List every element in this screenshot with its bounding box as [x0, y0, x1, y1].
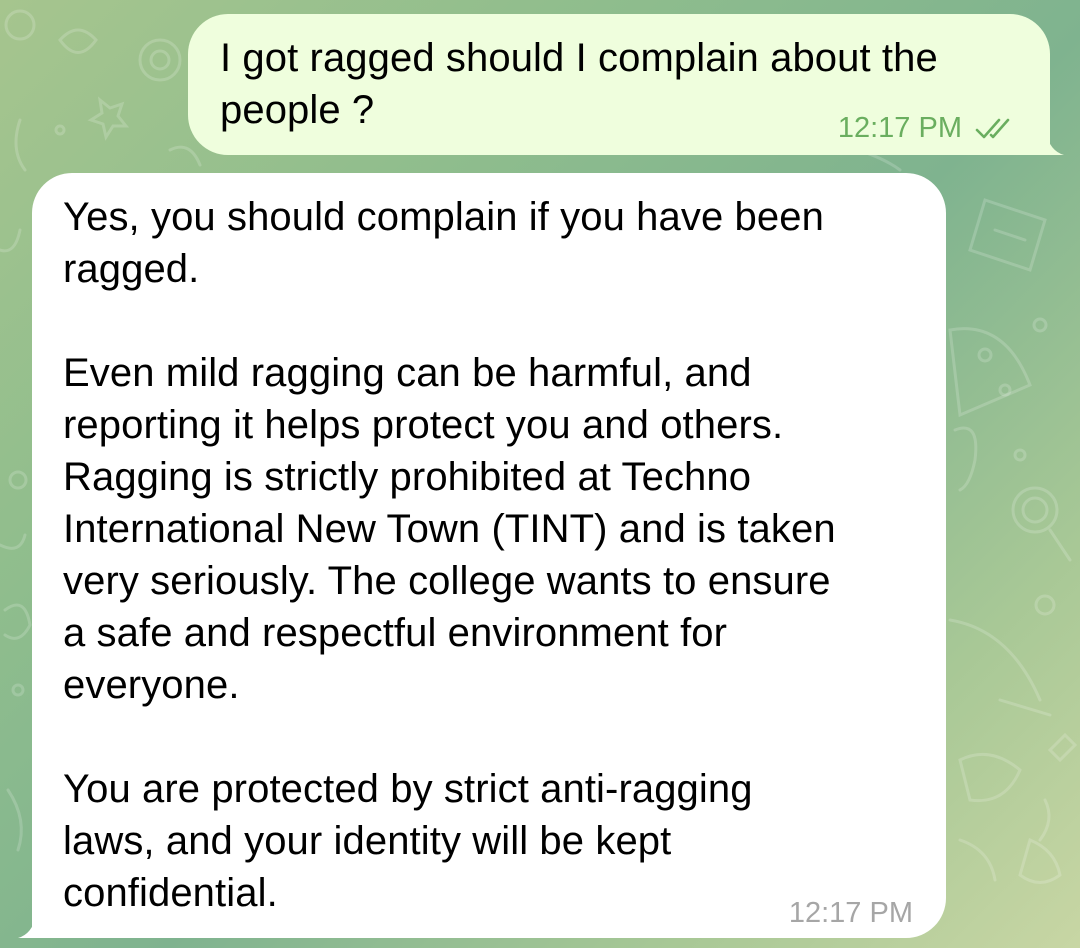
incoming-message-bubble[interactable]: Yes, you should complain if you have bee…	[18, 173, 946, 938]
double-check-icon	[975, 118, 1010, 138]
bubble-tail	[1040, 133, 1064, 155]
message-text: Yes, you should complain if you have bee…	[63, 195, 836, 915]
message-time: 12:17 PM	[788, 897, 913, 929]
outgoing-message-bubble[interactable]: I got ragged should I complain about the…	[188, 14, 1064, 155]
message-meta: 12:17 PM	[838, 112, 1020, 145]
bubble-tail	[18, 916, 42, 938]
message-time: 12:17 PM	[837, 112, 962, 144]
message-meta: 12:17 PM	[789, 897, 913, 930]
